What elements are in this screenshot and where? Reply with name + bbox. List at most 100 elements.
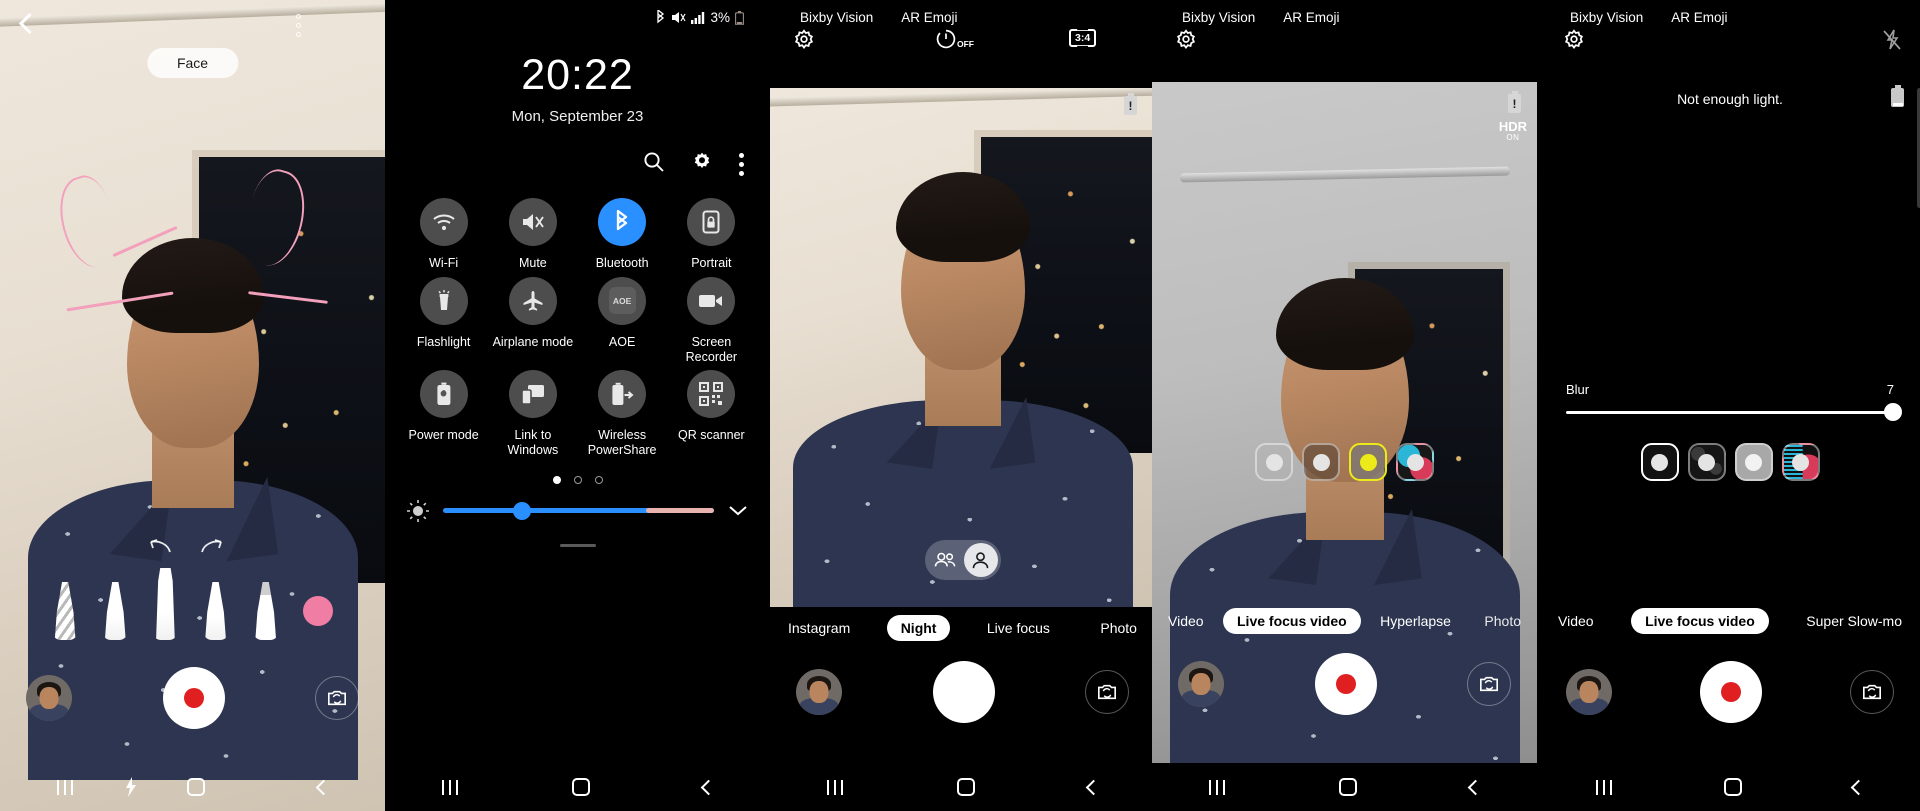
group-selfie-icon[interactable]: [928, 543, 962, 577]
effect-filter-strip-4[interactable]: [1152, 443, 1537, 481]
home-nav[interactable]: [1723, 778, 1742, 796]
filter-blur-effect[interactable]: [1255, 443, 1293, 481]
mode-photo[interactable]: Photo: [1086, 615, 1151, 641]
gallery-thumbnail[interactable]: [796, 669, 842, 715]
recents-nav[interactable]: [1208, 779, 1226, 795]
record-button[interactable]: [1314, 653, 1377, 715]
tile-wireless-powershare[interactable]: Wireless PowerShare: [578, 370, 667, 458]
mode-photo[interactable]: Photo: [1470, 608, 1535, 634]
chevron-down-icon[interactable]: [728, 504, 748, 517]
home-nav[interactable]: [956, 778, 975, 796]
kebab-menu-icon[interactable]: [296, 14, 301, 41]
tool-glitter[interactable]: [255, 582, 277, 640]
tile-flashlight[interactable]: Flashlight: [399, 276, 488, 365]
selfie-width-toggle-3[interactable]: [924, 540, 1001, 580]
tile-link-to-windows[interactable]: Link to Windows: [488, 370, 577, 458]
kebab-menu-icon[interactable]: [739, 151, 744, 176]
tool-spiral-brush[interactable]: [54, 582, 76, 640]
tile-wifi[interactable]: Wi-Fi: [399, 198, 488, 271]
mode-super-slow-mo[interactable]: Super Slow-mo: [1792, 608, 1916, 634]
mode-live-focus[interactable]: Live focus: [973, 615, 1064, 641]
undo-icon[interactable]: [148, 538, 174, 554]
mode-night-selected[interactable]: Night: [886, 615, 951, 641]
camera-mode-carousel-4[interactable]: Video Live focus video Hyperlapse Photo: [1152, 600, 1537, 642]
back-nav[interactable]: [1085, 779, 1101, 795]
drawing-tool-strip[interactable]: [0, 568, 385, 640]
tile-aoe[interactable]: AOE AOE: [578, 276, 667, 365]
mode-video[interactable]: Video: [1544, 608, 1608, 634]
bixby-vision-link[interactable]: Bixby Vision: [1182, 10, 1255, 25]
ar-emoji-link[interactable]: AR Emoji: [1671, 10, 1727, 25]
shutter-button[interactable]: [932, 661, 995, 723]
aspect-ratio-button[interactable]: 3:4: [1069, 29, 1097, 47]
home-nav[interactable]: [1338, 778, 1357, 796]
recents-nav[interactable]: [441, 779, 459, 795]
tile-power-mode[interactable]: Power mode: [399, 370, 488, 458]
switch-camera-icon[interactable]: [1467, 662, 1511, 706]
mode-instagram[interactable]: Instagram: [774, 615, 864, 641]
filter-glitch-effect[interactable]: [1781, 443, 1820, 481]
brightness-slider[interactable]: [443, 501, 714, 520]
recents-nav[interactable]: [56, 779, 74, 795]
filter-spin-effect[interactable]: [1734, 443, 1773, 481]
timer-off-icon[interactable]: OFF: [936, 29, 974, 49]
filter-blur-effect-selected[interactable]: [1640, 443, 1679, 481]
mode-video[interactable]: Video: [1154, 608, 1218, 634]
switch-camera-icon[interactable]: [1850, 670, 1894, 714]
blur-slider[interactable]: [1566, 403, 1902, 422]
tile-portrait[interactable]: Portrait: [667, 198, 756, 271]
page-dot[interactable]: [573, 475, 582, 484]
effect-filter-strip-5[interactable]: [1540, 443, 1920, 481]
recents-nav[interactable]: [1595, 779, 1613, 795]
home-nav[interactable]: [571, 778, 590, 796]
tool-marker-selected[interactable]: [156, 568, 175, 640]
home-nav[interactable]: [186, 778, 205, 796]
brightness-knob[interactable]: [513, 501, 532, 520]
tool-pen[interactable]: [104, 582, 126, 640]
mode-live-focus-video-selected[interactable]: Live focus video: [1223, 608, 1361, 634]
color-swatch[interactable]: [302, 596, 333, 626]
tile-airplane-mode[interactable]: Airplane mode: [488, 276, 577, 365]
bixby-vision-link[interactable]: Bixby Vision: [1570, 10, 1643, 25]
gear-icon[interactable]: [691, 151, 713, 173]
filter-glitch-effect[interactable]: [1396, 443, 1434, 481]
gear-icon[interactable]: [1174, 29, 1198, 53]
recents-nav[interactable]: [826, 779, 844, 795]
tile-screen-recorder[interactable]: Screen Recorder: [667, 276, 756, 365]
gallery-thumbnail[interactable]: [1178, 661, 1224, 707]
camera-mode-carousel-3[interactable]: Instagram Night Live focus Photo: [770, 607, 1155, 649]
tile-bluetooth[interactable]: Bluetooth: [578, 198, 667, 271]
record-button[interactable]: [162, 667, 225, 729]
bixby-vision-link[interactable]: Bixby Vision: [800, 10, 873, 25]
filter-big-circle-effect[interactable]: [1302, 443, 1340, 481]
switch-camera-icon[interactable]: [1085, 670, 1129, 714]
page-dot[interactable]: [594, 475, 603, 484]
search-icon[interactable]: [643, 151, 665, 173]
switch-camera-icon[interactable]: [315, 676, 359, 720]
flash-off-icon[interactable]: [1882, 29, 1902, 51]
tile-mute[interactable]: Mute: [488, 198, 577, 271]
gear-icon[interactable]: [1562, 29, 1586, 53]
page-dot-active[interactable]: [552, 475, 561, 484]
face-mode-chip[interactable]: Face: [146, 48, 239, 78]
viewfinder-preview-3[interactable]: [770, 88, 1155, 607]
record-button[interactable]: [1700, 661, 1762, 723]
blur-slider-knob[interactable]: [1884, 403, 1902, 422]
filter-color-point-selected[interactable]: [1349, 443, 1387, 481]
tile-qr-scanner[interactable]: QR scanner: [667, 370, 756, 458]
ar-emoji-link[interactable]: AR Emoji: [901, 10, 957, 25]
gallery-thumbnail[interactable]: [26, 675, 72, 721]
back-nav[interactable]: [315, 779, 331, 795]
back-nav[interactable]: [1851, 779, 1867, 795]
mode-live-focus-video-selected[interactable]: Live focus video: [1631, 608, 1769, 634]
sheet-grabber[interactable]: [559, 543, 596, 547]
filter-big-circle-effect[interactable]: [1687, 443, 1726, 481]
tool-eraser[interactable]: [205, 582, 226, 640]
ar-emoji-link[interactable]: AR Emoji: [1283, 10, 1339, 25]
back-nav[interactable]: [1467, 779, 1483, 795]
gear-icon[interactable]: [792, 29, 816, 53]
single-selfie-icon[interactable]: [963, 543, 998, 577]
back-nav[interactable]: [700, 779, 716, 795]
mode-hyperlapse[interactable]: Hyperlapse: [1366, 608, 1465, 634]
gallery-thumbnail[interactable]: [1566, 669, 1612, 715]
